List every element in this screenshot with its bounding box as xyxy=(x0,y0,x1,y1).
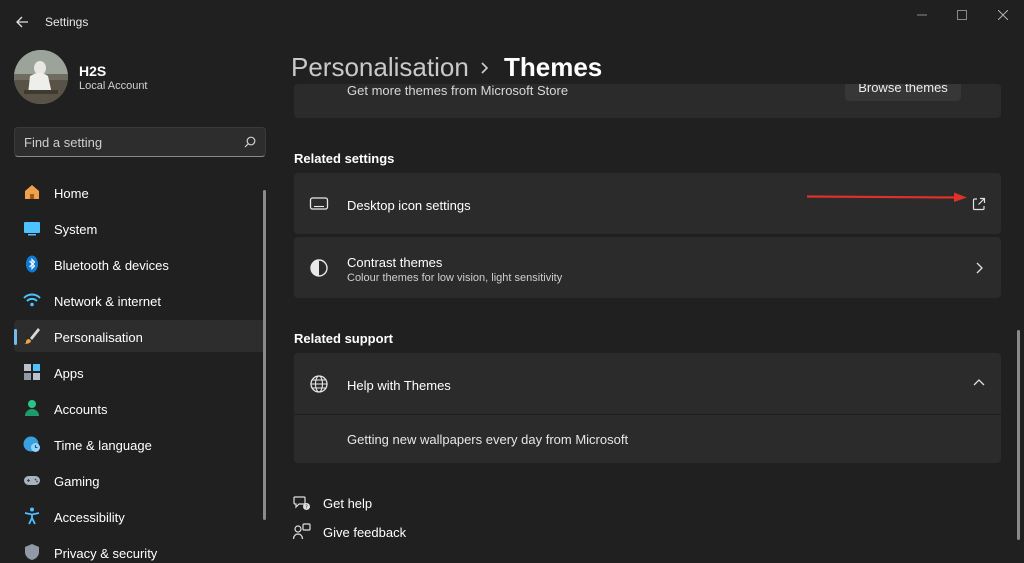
monitor-icon xyxy=(309,197,329,210)
get-help-link[interactable]: ? Get help xyxy=(293,493,393,513)
contrast-themes-row[interactable]: Contrast themes Colour themes for low vi… xyxy=(294,237,1001,298)
sidebar-item-label: Personalisation xyxy=(54,330,143,345)
sidebar-item-accounts[interactable]: Accounts xyxy=(14,392,266,424)
feedback-icon xyxy=(293,523,311,540)
close-button[interactable] xyxy=(985,6,1021,24)
avatar[interactable] xyxy=(14,50,68,104)
sidebar-item-label: Bluetooth & devices xyxy=(54,258,169,273)
svg-text:?: ? xyxy=(305,505,308,511)
sidebar-item-label: Accounts xyxy=(54,402,108,417)
brush-icon xyxy=(24,328,40,344)
sidebar-item-label: System xyxy=(54,222,98,237)
open-external-icon xyxy=(972,197,986,211)
sidebar-item-label: Time & language xyxy=(54,438,152,453)
gaming-icon xyxy=(24,476,40,485)
title-bar: Settings xyxy=(0,0,1024,44)
help-link-wallpapers[interactable]: Getting new wallpapers every day from Mi… xyxy=(347,432,628,447)
divider xyxy=(294,414,1001,415)
sidebar-item-system[interactable]: System xyxy=(14,212,266,244)
accessibility-icon xyxy=(24,507,40,525)
back-button[interactable] xyxy=(10,10,34,34)
accounts-icon xyxy=(25,400,39,416)
sidebar-nav: Home System Bluetooth & devices Network … xyxy=(14,176,266,563)
chevron-up-icon xyxy=(973,379,985,386)
chevron-right-icon xyxy=(976,262,983,274)
get-help-label: Get help xyxy=(323,496,373,511)
sidebar-scrollbar[interactable] xyxy=(263,190,266,520)
chevron-right-icon xyxy=(481,62,489,74)
sidebar-item-label: Privacy & security xyxy=(54,546,158,561)
app-title: Settings xyxy=(45,15,89,29)
search-input[interactable] xyxy=(24,133,234,151)
wifi-icon xyxy=(23,293,41,307)
home-icon xyxy=(25,185,39,199)
help-title: Help with Themes xyxy=(347,378,451,393)
account-type: Local Account xyxy=(79,80,148,92)
related-settings-heading: Related settings xyxy=(294,151,395,166)
system-icon xyxy=(24,222,40,236)
page-title: Themes xyxy=(504,52,603,82)
store-themes-label: Get more themes from Microsoft Store xyxy=(347,84,569,98)
annotation-arrow xyxy=(806,192,967,202)
contrast-icon xyxy=(310,259,328,277)
user-name: H2S xyxy=(79,63,107,79)
sidebar-item-privacy[interactable]: Privacy & security xyxy=(14,536,266,563)
sidebar-item-label: Apps xyxy=(54,366,84,381)
sidebar-item-time-language[interactable]: Time & language xyxy=(14,428,266,460)
sidebar-item-bluetooth[interactable]: Bluetooth & devices xyxy=(14,248,266,280)
related-support-heading: Related support xyxy=(294,331,393,346)
row-title: Desktop icon settings xyxy=(347,198,471,213)
sidebar-item-gaming[interactable]: Gaming xyxy=(14,464,266,496)
sidebar-item-personalisation[interactable]: Personalisation xyxy=(14,320,266,352)
search-icon[interactable] xyxy=(244,136,256,148)
help-with-themes-panel: Help with Themes Getting new wallpapers … xyxy=(294,353,1001,463)
sidebar-item-label: Gaming xyxy=(54,474,100,489)
sidebar-item-label: Accessibility xyxy=(54,510,125,525)
give-feedback-label: Give feedback xyxy=(323,525,407,540)
breadcrumb-parent[interactable]: Personalisation xyxy=(291,52,469,83)
browse-themes-button[interactable]: Browse themes xyxy=(845,84,961,101)
help-with-themes-header[interactable]: Help with Themes xyxy=(294,353,1001,414)
search-box[interactable] xyxy=(14,127,266,157)
sidebar-item-network[interactable]: Network & internet xyxy=(14,284,266,316)
close-icon xyxy=(998,10,1008,20)
avatar-image xyxy=(14,50,68,104)
globe-icon xyxy=(310,375,328,393)
time-language-icon xyxy=(23,436,40,452)
row-title: Contrast themes xyxy=(347,255,443,270)
main-scrollbar[interactable] xyxy=(1017,330,1020,540)
row-subtitle: Colour themes for low vision, light sens… xyxy=(347,272,563,284)
sidebar-item-home[interactable]: Home xyxy=(14,176,266,208)
give-feedback-link[interactable]: Give feedback xyxy=(293,522,413,542)
sidebar-item-label: Home xyxy=(54,186,89,201)
shield-icon xyxy=(25,544,39,560)
minimize-icon xyxy=(917,14,927,16)
maximize-button[interactable] xyxy=(944,6,980,24)
apps-icon xyxy=(24,364,40,380)
minimize-button[interactable] xyxy=(904,6,940,24)
store-themes-row: Get more themes from Microsoft Store Bro… xyxy=(294,84,1001,118)
bluetooth-icon xyxy=(26,255,38,273)
sidebar-item-label: Network & internet xyxy=(54,294,161,309)
get-help-icon: ? xyxy=(293,496,310,511)
back-arrow-icon xyxy=(16,16,28,28)
sidebar-item-apps[interactable]: Apps xyxy=(14,356,266,388)
sidebar-item-accessibility[interactable]: Accessibility xyxy=(14,500,266,532)
maximize-icon xyxy=(957,10,967,20)
